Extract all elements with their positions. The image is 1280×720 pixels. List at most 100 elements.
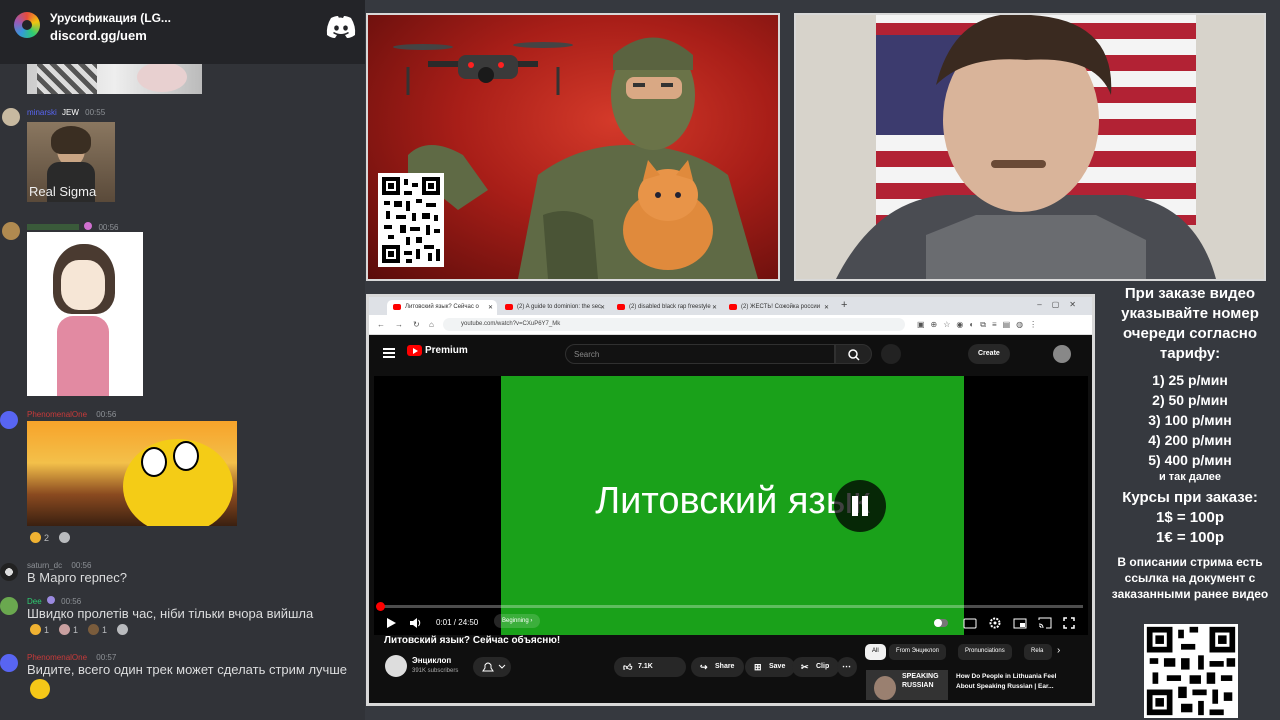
subtitles-icon[interactable]	[963, 616, 977, 630]
user-badge-icon	[84, 222, 93, 230]
username[interactable]: minarski	[27, 108, 57, 117]
reaction-pray[interactable]: 2	[30, 532, 49, 543]
user-avatar[interactable]	[2, 222, 20, 240]
youtube-favicon-icon	[393, 304, 401, 310]
discord-default-avatar[interactable]	[0, 411, 18, 429]
youtube-favicon-icon	[617, 304, 625, 310]
close-tab-icon[interactable]: ✕	[712, 304, 717, 311]
browser-window: Литовский язык? Сейчас о ✕ (2) A guide t…	[366, 294, 1095, 706]
emoji-surprised-icon	[30, 679, 50, 699]
video-player[interactable]: Литовский язык 0:01 / 24:50 Beginning ›	[374, 376, 1088, 635]
player-controls: 0:01 / 24:50 Beginning ›	[374, 612, 1088, 634]
extensions-icons[interactable]: ▣⊕☆◉◐⧉≡▤◍⋮	[917, 320, 1043, 330]
price-tier: 1) 25 р/мин	[1152, 372, 1228, 388]
close-tab-icon[interactable]: ✕	[488, 304, 493, 311]
add-reaction-button[interactable]	[59, 532, 71, 543]
progress-scrubber[interactable]	[376, 602, 385, 611]
chapter-button[interactable]: Beginning ›	[494, 614, 541, 628]
tab[interactable]: (2) A guide to dominion: the sec ✕	[499, 300, 609, 315]
reaction-dog[interactable]: 1	[88, 624, 107, 635]
discord-chat-panel: Урусификация (LG... discord.gg/uem minar…	[0, 0, 365, 720]
settings-gear-icon[interactable]	[988, 616, 1002, 630]
youtube-favicon-icon	[505, 304, 513, 310]
price-tier: 5) 400 р/мин	[1148, 452, 1232, 468]
chat-image-anime-girl[interactable]	[27, 232, 143, 396]
forward-icon[interactable]: →	[395, 320, 403, 329]
chat-image-sigma[interactable]: Real Sigma	[27, 122, 115, 202]
moai-icon	[59, 624, 71, 635]
youtube-logo[interactable]: Premium	[407, 345, 468, 356]
chip-related[interactable]: Rela	[1024, 644, 1052, 660]
share-button[interactable]: ↪ Share	[691, 657, 745, 677]
chip-pronunciations[interactable]: Pronunciations	[958, 644, 1012, 660]
back-icon[interactable]: ←	[377, 320, 385, 329]
discord-default-avatar[interactable]	[0, 654, 18, 672]
youtube-page: Premium Search Create Литовский язык 0:0…	[369, 335, 1092, 703]
message-header: saturn_dc 00:56	[27, 561, 91, 570]
message-text: Видите, всего один трек может сделать ст…	[27, 662, 347, 677]
search-button[interactable]	[835, 344, 872, 364]
create-button[interactable]: Create	[968, 344, 1010, 364]
user-avatar[interactable]	[0, 597, 18, 615]
fullscreen-icon[interactable]	[1062, 616, 1076, 630]
username[interactable]	[27, 224, 79, 230]
stream-image-soldier	[366, 13, 780, 281]
play-icon[interactable]	[384, 616, 398, 630]
close-tab-icon[interactable]: ✕	[600, 304, 605, 311]
chips-next-icon[interactable]: ›	[1057, 645, 1060, 656]
user-avatar[interactable]	[2, 108, 20, 126]
tab[interactable]: (2) ЖЕСТЬ! Сожойка россии ✕	[723, 300, 833, 315]
new-tab-button[interactable]: +	[841, 299, 847, 311]
timestamp: 00:56	[71, 561, 92, 570]
timestamp: 00:56	[98, 223, 119, 232]
more-actions-button[interactable]: ⋯	[837, 657, 857, 677]
add-reaction-button[interactable]	[117, 624, 129, 635]
time-display: 0:01 / 24:50	[436, 618, 479, 627]
tab-active[interactable]: Литовский язык? Сейчас о ✕	[387, 300, 497, 315]
url-text: youtube.com/watch?v=CXuP6Y7_Mk	[461, 321, 561, 327]
address-bar-row: ← → ↻ ⌂ youtube.com/watch?v=CXuP6Y7_Mk ▣…	[369, 315, 1092, 335]
username[interactable]: PhenomenalOne	[27, 653, 87, 662]
username[interactable]: Dee	[27, 597, 42, 606]
window-controls[interactable]: –▢✕	[1037, 300, 1086, 309]
cast-icon[interactable]	[1038, 616, 1052, 630]
close-tab-icon[interactable]: ✕	[824, 304, 829, 311]
server-invite-link[interactable]: discord.gg/uem	[50, 28, 147, 43]
reaction-moai[interactable]: 1	[59, 624, 78, 635]
home-icon[interactable]: ⌂	[429, 320, 434, 329]
progress-bar[interactable]	[376, 602, 1083, 611]
chat-image-sunset-meme[interactable]	[27, 421, 237, 526]
video-frame: Литовский язык	[501, 376, 964, 635]
account-avatar[interactable]	[1053, 345, 1071, 363]
chip-all[interactable]: All	[865, 644, 886, 660]
message-header: Dee 00:56	[27, 596, 81, 606]
message-header: minarski JEW 00:55	[27, 108, 105, 117]
miniplayer-icon[interactable]	[1013, 616, 1027, 630]
username[interactable]: saturn_dc	[27, 561, 62, 570]
url-field[interactable]: youtube.com/watch?v=CXuP6Y7_Mk	[443, 318, 905, 331]
recommended-title[interactable]: How Do People in Lithuania Feel About Sp…	[956, 672, 1074, 692]
voice-search-button[interactable]	[881, 344, 901, 364]
chip-from-channel[interactable]: From Энциклоп	[889, 644, 946, 660]
timestamp: 00:55	[85, 108, 106, 117]
channel-name[interactable]: Энциклоп	[412, 656, 451, 665]
like-button[interactable]: 👍︎ 7.1K	[614, 657, 686, 677]
search-input[interactable]: Search	[565, 344, 835, 364]
save-button[interactable]: ⊞ Save	[745, 657, 796, 677]
subscription-bell-button[interactable]	[473, 657, 511, 677]
channel-avatar[interactable]	[385, 655, 407, 677]
clip-button[interactable]: ✂ Clip	[792, 657, 840, 677]
username[interactable]: PhenomenalOne	[27, 410, 87, 419]
image-caption: Real Sigma	[29, 184, 97, 199]
hamburger-menu-icon[interactable]	[383, 348, 395, 358]
tab[interactable]: (2) disabled black rap freestyle ✕	[611, 300, 721, 315]
autoplay-toggle-icon[interactable]	[934, 616, 948, 630]
user-avatar[interactable]	[0, 563, 18, 581]
price-tier: 3) 100 р/мин	[1148, 412, 1232, 428]
recommended-thumbnail[interactable]: SPEAKING RUSSIAN	[866, 670, 948, 700]
courses-title: Курсы при заказе:	[1122, 489, 1258, 506]
pause-overlay-icon[interactable]	[834, 480, 886, 532]
reaction-cry[interactable]: 1	[30, 624, 49, 635]
reload-icon[interactable]: ↻	[413, 320, 420, 329]
volume-icon[interactable]	[408, 616, 422, 630]
